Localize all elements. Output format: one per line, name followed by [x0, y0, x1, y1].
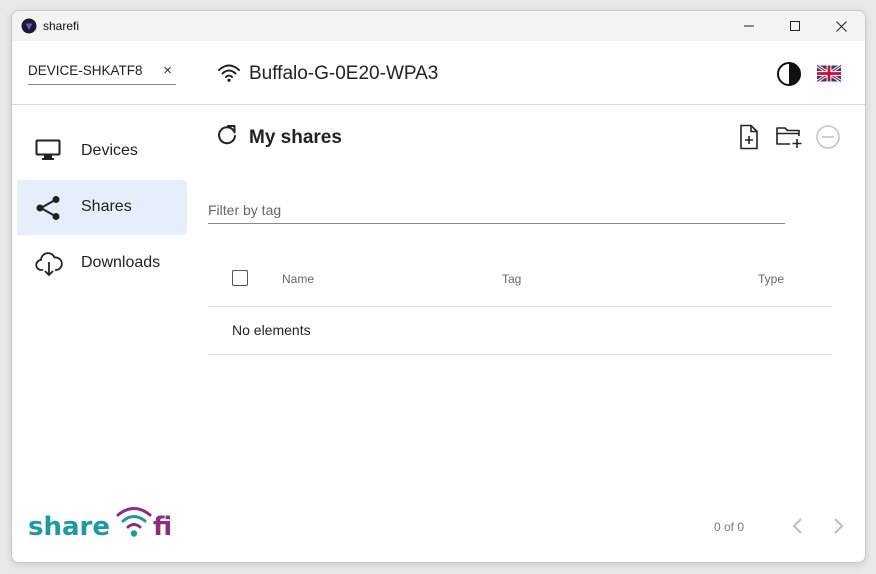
close-button[interactable]	[818, 11, 864, 41]
table-row: No elements	[208, 307, 832, 355]
add-folder-icon[interactable]	[775, 124, 803, 150]
page-title: My shares	[249, 127, 342, 148]
select-all-checkbox[interactable]	[232, 270, 248, 286]
monitor-icon	[35, 139, 61, 160]
window-title: sharefi	[43, 19, 80, 33]
close-icon	[835, 20, 847, 32]
remove-icon[interactable]	[815, 124, 841, 150]
add-file-icon[interactable]	[737, 124, 761, 150]
svg-text:fi: fi	[153, 512, 172, 542]
title-bar: sharefi	[12, 11, 865, 41]
tag-filter-input[interactable]	[208, 197, 785, 223]
uk-flag-icon[interactable]	[817, 65, 841, 82]
network-name: Buffalo-G-0E20-WPA3	[249, 63, 439, 84]
column-header-name[interactable]: Name	[282, 272, 314, 286]
sidebar-item-label: Devices	[81, 142, 138, 159]
empty-message: No elements	[232, 322, 311, 338]
pc-name-field[interactable]: DEVICE-SHKATF8 ×	[28, 62, 176, 85]
sidebar-item-downloads[interactable]: Downloads	[17, 236, 187, 291]
app-header: DEVICE-SHKATF8 × Buffalo-G-0E20-WPA3	[12, 41, 865, 105]
maximize-button[interactable]	[772, 11, 818, 41]
column-header-type[interactable]: Type	[758, 272, 784, 286]
shares-table: Name Tag Type No elements	[208, 251, 832, 355]
main-content: My shares Name Tag Type No	[208, 105, 865, 562]
theme-toggle-icon[interactable]	[776, 61, 802, 87]
svg-text:share: share	[28, 512, 110, 542]
tag-filter	[208, 197, 785, 224]
cloud-download-icon	[35, 252, 63, 277]
app-window: sharefi DEVICE-SHKATF8 × Buffalo-G-0E20-…	[11, 10, 866, 563]
minimize-icon	[744, 25, 754, 27]
app-icon	[21, 18, 37, 34]
sidebar-item-shares[interactable]: Shares	[17, 180, 187, 235]
pagination-label: 0 of 0	[714, 520, 745, 534]
chevron-right-icon[interactable]	[828, 516, 848, 536]
sidebar-item-devices[interactable]: Devices	[17, 124, 187, 179]
sidebar-item-label: Shares	[81, 198, 132, 215]
chevron-left-icon[interactable]	[788, 516, 808, 536]
clear-pc-name-button[interactable]: ×	[163, 62, 172, 79]
maximize-icon	[790, 21, 800, 31]
minimize-button[interactable]	[726, 11, 772, 41]
refress-icon[interactable]	[216, 124, 238, 146]
column-header-tag[interactable]: Tag	[502, 272, 521, 286]
table-header: Name Tag Type	[208, 251, 832, 307]
sidebar-item-label: Downloads	[81, 254, 161, 271]
sidebar: Devices Shares Downloads	[12, 105, 200, 505]
sharefi-logo: share fi	[28, 507, 172, 542]
share-icon	[36, 196, 60, 220]
wifi-icon	[218, 64, 240, 82]
pc-name-value: DEVICE-SHKATF8	[28, 63, 143, 78]
